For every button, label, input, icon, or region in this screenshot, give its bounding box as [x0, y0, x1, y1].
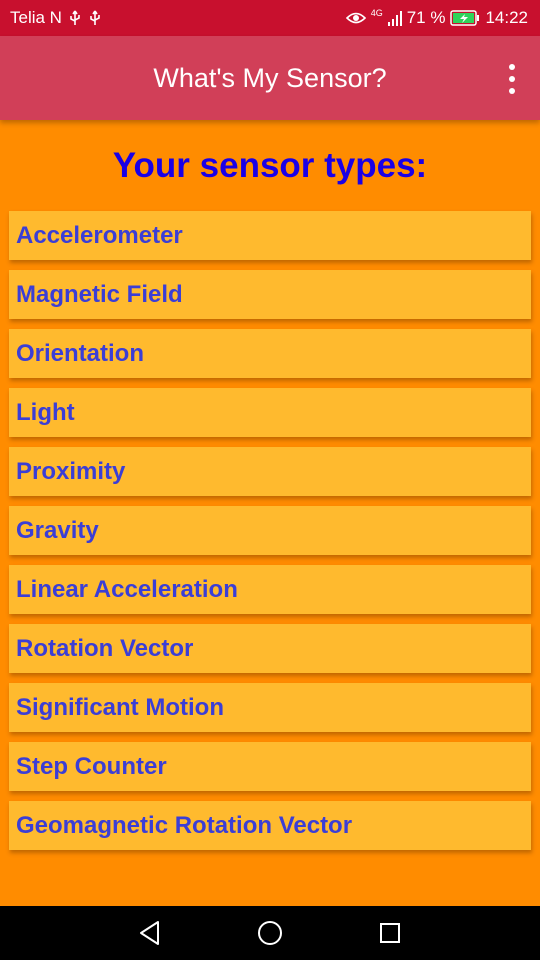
eye-icon: [345, 11, 366, 25]
more-vert-icon[interactable]: [502, 64, 522, 94]
home-icon[interactable]: [255, 918, 285, 948]
sensor-item-proximity[interactable]: Proximity: [9, 447, 531, 496]
status-bar-right: 4G 71 % 14:22: [345, 8, 528, 28]
menu-dot: [509, 76, 515, 82]
back-icon[interactable]: [135, 918, 165, 948]
main-content: Your sensor types: Accelerometer Magneti…: [0, 120, 540, 906]
menu-dot: [509, 88, 515, 94]
sensor-item-accelerometer[interactable]: Accelerometer: [9, 211, 531, 260]
sensor-item-light[interactable]: Light: [9, 388, 531, 437]
sensor-item-orientation[interactable]: Orientation: [9, 329, 531, 378]
recents-icon[interactable]: [375, 918, 405, 948]
sensor-item-significant-motion[interactable]: Significant Motion: [9, 683, 531, 732]
navigation-bar: [0, 906, 540, 960]
network-type: 4G: [370, 8, 383, 18]
sensor-item-geomagnetic-rotation-vector[interactable]: Geomagnetic Rotation Vector: [9, 801, 531, 850]
sensor-item-linear-acceleration[interactable]: Linear Acceleration: [9, 565, 531, 614]
usb-icon: [88, 10, 102, 26]
sensor-item-magnetic-field[interactable]: Magnetic Field: [9, 270, 531, 319]
status-bar-left: Telia N: [10, 8, 102, 28]
page-title: Your sensor types:: [112, 146, 428, 185]
app-bar: What's My Sensor?: [0, 36, 540, 120]
clock: 14:22: [485, 8, 528, 27]
menu-dot: [509, 64, 515, 70]
carrier-name: Telia N: [10, 8, 62, 27]
app-title: What's My Sensor?: [153, 62, 387, 93]
sensor-item-step-counter[interactable]: Step Counter: [9, 742, 531, 791]
sensor-item-rotation-vector[interactable]: Rotation Vector: [9, 624, 531, 673]
status-bar: Telia N 4G 71 % 14:22: [0, 0, 540, 36]
sensor-item-gravity[interactable]: Gravity: [9, 506, 531, 555]
usb-icon: [68, 10, 82, 26]
signal-icon: [387, 10, 402, 26]
battery-charging-icon: [450, 10, 480, 26]
sensor-list: Accelerometer Magnetic Field Orientation…: [9, 211, 531, 860]
battery-percent: 71 %: [406, 8, 446, 27]
